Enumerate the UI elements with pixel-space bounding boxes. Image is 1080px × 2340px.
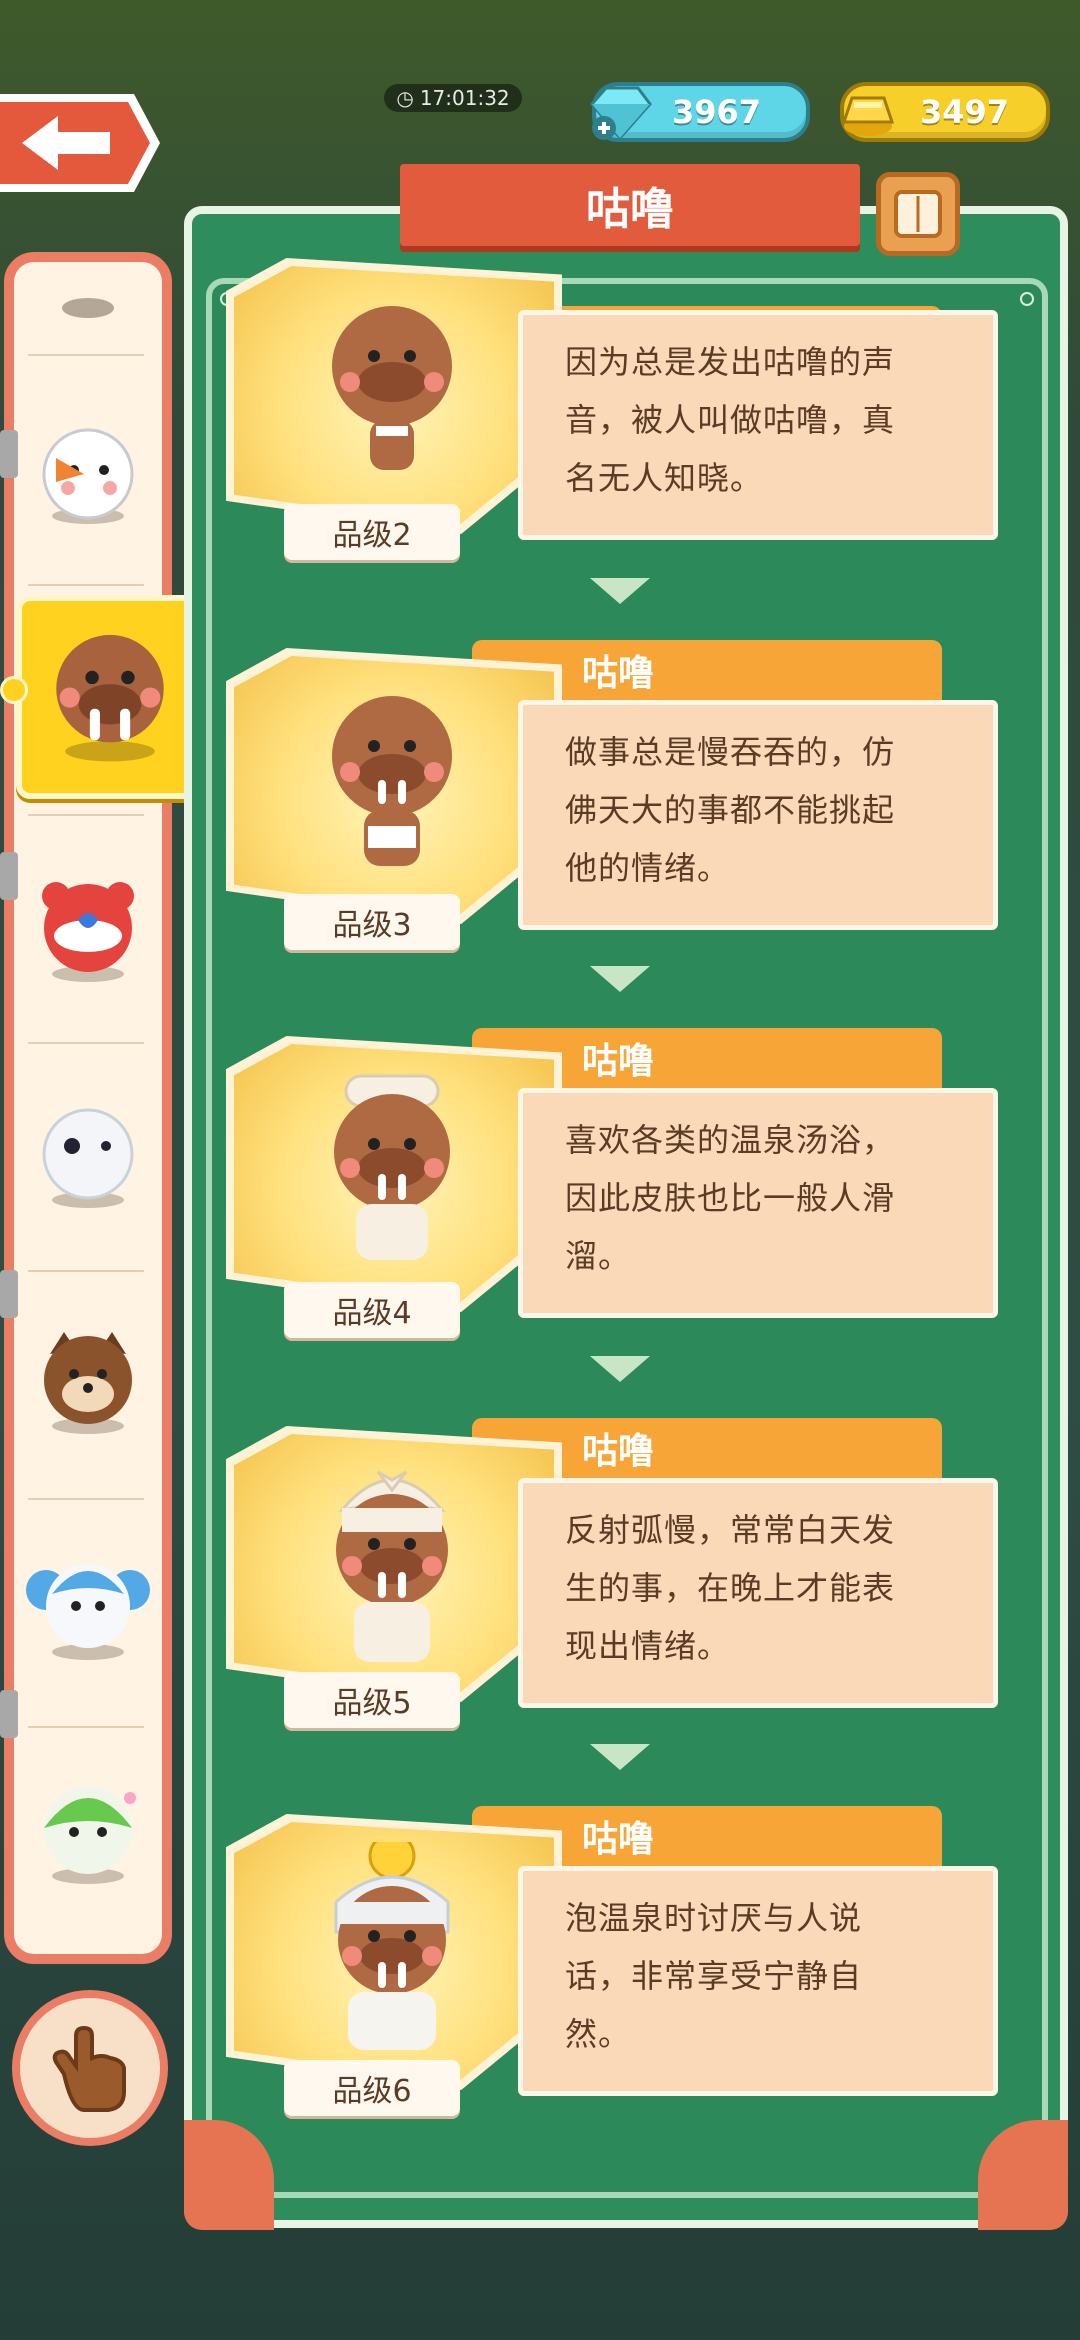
clock: ◷ 17:01:32 <box>384 84 522 112</box>
gem-icon <box>590 86 652 141</box>
desc-line: 他的情绪。 <box>565 849 731 887</box>
grade-card: 因为总是发出咕噜的声 音，被人叫做咕噜，真 名无人知晓。 品级2 <box>222 250 1012 580</box>
grade-card: 咕噜 泡温泉时讨厌与人说 话，非常享受宁静自 然。 品级6 <box>222 1806 1012 2136</box>
sidebar-tab <box>0 1270 18 1318</box>
rivet <box>1020 292 1034 306</box>
gold-counter[interactable]: 3497 <box>840 82 1050 142</box>
red-bear-icon[interactable] <box>26 866 150 990</box>
walrus-grade5-character <box>336 1470 448 1662</box>
grade-label: 品级4 <box>284 1282 460 1338</box>
card-description: 泡温泉时讨厌与人说 话，非常享受宁静自 然。 <box>518 1866 998 2096</box>
desc-line: 喜欢各类的温泉汤浴， <box>565 1121 896 1159</box>
desc-line: 反射弧慢，常常白天发 <box>565 1511 896 1549</box>
card-description: 因为总是发出咕噜的声 音，被人叫做咕噜，真 名无人知晓。 <box>518 310 998 540</box>
desc-line: 因为总是发出咕噜的声 <box>565 343 896 381</box>
walrus-grade3-character <box>332 696 452 866</box>
gem-count: 3967 <box>672 93 762 131</box>
back-button[interactable] <box>0 88 164 198</box>
gold-count: 3497 <box>920 93 1010 131</box>
divider <box>28 584 144 586</box>
interact-hand-button[interactable] <box>12 1990 168 2146</box>
divider <box>28 1042 144 1044</box>
chevron-down-icon <box>590 1356 650 1382</box>
sidebar-tab <box>0 1690 18 1738</box>
selection-dot <box>0 676 28 704</box>
walrus-icon <box>56 634 164 762</box>
divider <box>28 1270 144 1272</box>
sidebar-tab <box>0 852 18 900</box>
desc-line: 然。 <box>565 2015 632 2053</box>
gem-counter[interactable]: 3967 <box>590 82 810 142</box>
raccoon-icon[interactable] <box>26 1318 150 1442</box>
desc-line: 做事总是慢吞吞的，仿 <box>565 733 896 771</box>
hand-icon <box>52 2025 126 2112</box>
desc-line: 生的事，在晚上才能表 <box>565 1569 896 1607</box>
clock-icon: ◷ <box>396 86 414 110</box>
clock-time: 17:01:32 <box>419 86 510 110</box>
grade-card: 咕噜 反射弧慢，常常白天发 生的事，在晚上才能表 现出情绪。 品级5 <box>222 1418 1012 1748</box>
grade-label: 品级6 <box>284 2060 460 2116</box>
walrus-grade2-character <box>332 306 452 470</box>
grade-card: 咕噜 做事总是慢吞吞的，仿 佛天大的事都不能挑起 他的情绪。 品级3 <box>222 640 1012 970</box>
sidebar-tab <box>0 430 18 478</box>
walrus-grade4-character <box>334 1074 450 1260</box>
gold-icon <box>841 96 895 136</box>
desc-line: 现出情绪。 <box>565 1627 731 1665</box>
chevron-down-icon <box>590 578 650 604</box>
grade-label: 品级2 <box>284 504 460 560</box>
snowman-icon[interactable] <box>26 412 150 536</box>
character-sidebar[interactable] <box>4 252 172 1964</box>
green-bird-icon[interactable] <box>26 1768 150 1892</box>
desc-line: 名无人知晓。 <box>565 459 764 497</box>
page-title: 咕噜 <box>400 164 860 246</box>
divider <box>28 1498 144 1500</box>
divider <box>28 814 144 816</box>
desc-line: 话，非常享受宁静自 <box>565 1957 863 1995</box>
divider <box>28 1726 144 1728</box>
desc-line: 泡温泉时讨厌与人说 <box>565 1899 863 1937</box>
book-icon <box>894 190 942 238</box>
desc-line: 溜。 <box>565 1237 632 1275</box>
koala-icon[interactable] <box>26 1544 150 1668</box>
desc-line: 佛天大的事都不能挑起 <box>565 791 896 829</box>
grade-label: 品级3 <box>284 894 460 950</box>
card-description: 做事总是慢吞吞的，仿 佛天大的事都不能挑起 他的情绪。 <box>518 700 998 930</box>
book-button[interactable] <box>876 172 960 256</box>
snow-bird-icon[interactable] <box>26 1092 150 1216</box>
chevron-down-icon <box>590 1744 650 1770</box>
card-description: 反射弧慢，常常白天发 生的事，在晚上才能表 现出情绪。 <box>518 1478 998 1708</box>
selected-character-slot[interactable] <box>16 595 204 799</box>
grade-label: 品级5 <box>284 1672 460 1728</box>
walrus-grade6-character <box>334 1842 450 2050</box>
partial-avatar-icon[interactable] <box>26 278 150 402</box>
chevron-down-icon <box>590 966 650 992</box>
desc-line: 音，被人叫做咕噜，真 <box>565 401 896 439</box>
grade-card: 咕噜 喜欢各类的温泉汤浴， 因此皮肤也比一般人滑 溜。 品级4 <box>222 1028 1012 1358</box>
card-description: 喜欢各类的温泉汤浴， 因此皮肤也比一般人滑 溜。 <box>518 1088 998 1318</box>
desc-line: 因此皮肤也比一般人滑 <box>565 1179 896 1217</box>
